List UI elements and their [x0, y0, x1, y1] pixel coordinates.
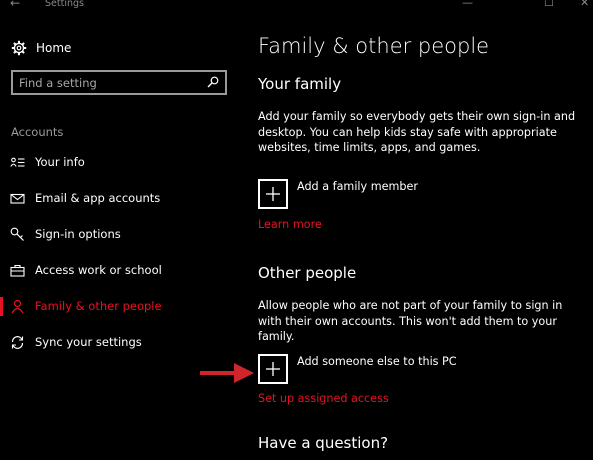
sidebar-item-access-work-or-school[interactable]: Access work or school: [0, 259, 240, 281]
sidebar-item-label: Sync your settings: [35, 335, 142, 349]
set-up-assigned-access-link[interactable]: Set up assigned access: [258, 392, 389, 405]
page-title: Family & other people: [258, 34, 490, 58]
sidebar-item-label: Family & other people: [35, 299, 162, 313]
search-box[interactable]: [11, 70, 227, 95]
plus-icon: [266, 362, 280, 376]
plus-icon: [266, 187, 280, 201]
person-card-icon: [10, 157, 25, 167]
your-family-heading: Your family: [258, 75, 342, 93]
add-family-member-label[interactable]: Add a family member: [297, 180, 418, 193]
learn-more-link[interactable]: Learn more: [258, 218, 322, 231]
minimize-button[interactable]: —: [462, 0, 473, 9]
window-title: Settings: [45, 0, 84, 9]
envelope-icon: [10, 193, 25, 204]
other-people-description: Allow people who are not part of your fa…: [258, 299, 563, 343]
sidebar-item-label: Your info: [35, 155, 85, 169]
close-button[interactable]: ✕: [580, 0, 589, 9]
add-someone-else-label[interactable]: Add someone else to this PC: [297, 355, 457, 368]
sidebar-item-sign-in-options[interactable]: Sign-in options: [0, 223, 240, 245]
accounts-section-label: Accounts: [11, 125, 64, 139]
sidebar-item-label: Sign-in options: [35, 227, 121, 241]
sidebar-item-sync-your-settings[interactable]: Sync your settings: [0, 331, 240, 353]
person-icon: [11, 299, 24, 313]
briefcase-icon: [10, 264, 25, 277]
red-arrow-icon: [200, 363, 254, 383]
search-icon[interactable]: [207, 76, 219, 88]
have-a-question-heading: Have a question?: [258, 434, 389, 452]
sidebar-item-your-info[interactable]: Your info: [0, 151, 240, 173]
back-button[interactable]: ←: [10, 0, 20, 10]
active-indicator: [0, 296, 3, 316]
add-family-member-button[interactable]: [258, 179, 288, 209]
home-nav-item[interactable]: Home: [11, 40, 71, 56]
home-label: Home: [36, 41, 72, 55]
sidebar-item-label: Access work or school: [35, 263, 162, 277]
add-someone-else-button[interactable]: [258, 354, 288, 384]
sync-icon: [11, 335, 24, 349]
title-bar: ← Settings — ☐ ✕: [0, 0, 593, 12]
other-people-heading: Other people: [258, 264, 357, 282]
sidebar-item-label: Email & app accounts: [35, 191, 161, 205]
sidebar-item-family-other-people[interactable]: Family & other people: [0, 295, 240, 317]
maximize-button[interactable]: ☐: [544, 0, 554, 9]
gear-icon: [11, 40, 27, 56]
key-icon: [10, 227, 24, 241]
your-family-description: Add your family so everybody gets their …: [258, 110, 576, 154]
search-input[interactable]: [19, 75, 199, 90]
sidebar-item-email-app-accounts[interactable]: Email & app accounts: [0, 187, 240, 209]
